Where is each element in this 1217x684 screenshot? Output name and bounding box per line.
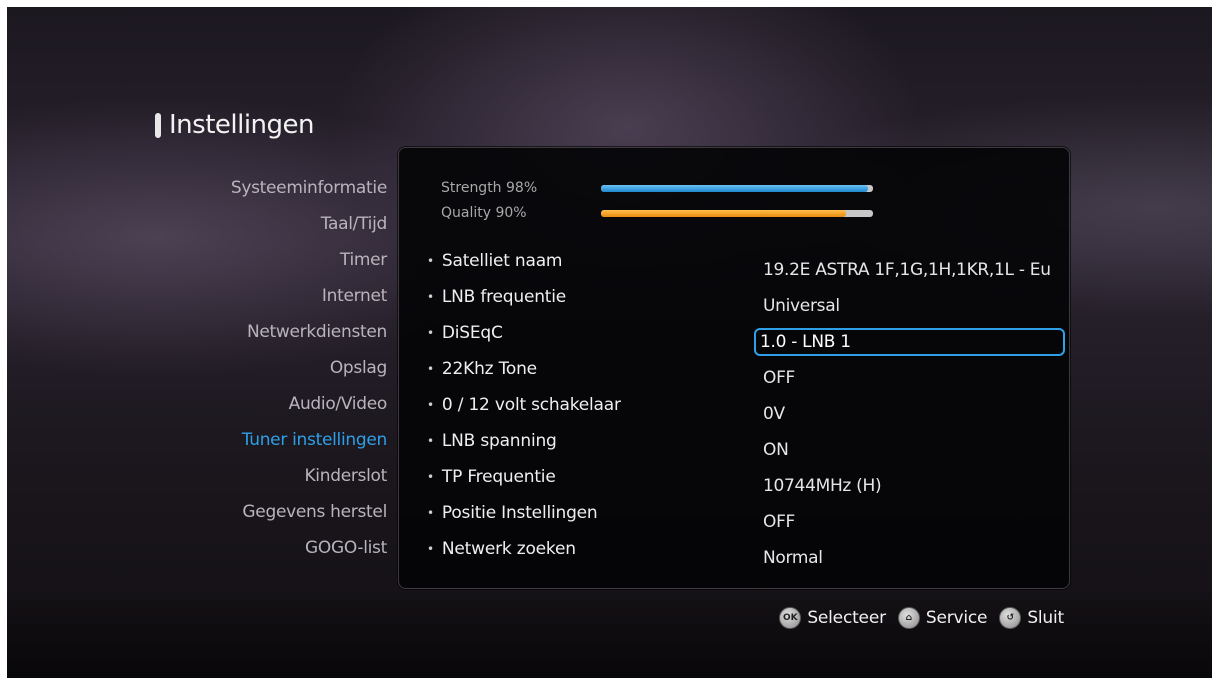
menu-item-tuner-instellingen[interactable]: Tuner instellingen [157, 422, 388, 458]
settings-menu: Systeeminformatie Taal/Tijd Timer Intern… [157, 170, 387, 566]
setting-row-positie-instellingen[interactable]: • Positie Instellingen OFF [427, 498, 1067, 534]
back-button-icon: ↺ [999, 607, 1022, 629]
setting-value[interactable]: ON [757, 436, 1063, 464]
bullet-icon: • [427, 254, 434, 268]
setting-value[interactable]: OFF [757, 364, 1063, 392]
setting-label-text: 22Khz Tone [441, 359, 537, 379]
bullet-icon: • [427, 326, 434, 340]
settings-list: • Satelliet naam 19.2E ASTRA 1F,1G,1H,1KR… [427, 246, 1067, 570]
menu-item-gegevens-herstel[interactable]: Gegevens herstel [157, 494, 387, 530]
setting-label: • Netwerk zoeken [427, 539, 576, 559]
menu-item-internet[interactable]: Internet [157, 278, 387, 314]
button-hints: OK Selecteer ⌂ Service ↺ Sluit [767, 607, 1064, 629]
bullet-icon: • [427, 398, 434, 412]
signal-quality-row: Quality 90% [441, 205, 873, 221]
setting-value[interactable]: 10744MHz (H) [757, 472, 1063, 500]
signal-strength-meter [601, 184, 873, 192]
title-marker [155, 112, 161, 138]
setting-label: • DiSEqC [427, 323, 503, 343]
setting-label: • LNB frequentie [427, 287, 566, 307]
settings-screen: Instellingen Systeeminformatie Taal/Tijd… [7, 7, 1212, 678]
ok-button-icon: OK [779, 607, 802, 629]
setting-value[interactable]: Normal [757, 544, 1063, 572]
hint-selecteer[interactable]: OK Selecteer [779, 607, 886, 629]
setting-label: • 22Khz Tone [427, 359, 537, 379]
setting-label: • LNB spanning [427, 431, 557, 451]
setting-label-text: DiSEqC [441, 323, 503, 343]
setting-label-text: LNB spanning [441, 431, 557, 451]
menu-item-netwerkdiensten[interactable]: Netwerkdiensten [157, 314, 387, 350]
menu-item-opslag[interactable]: Opslag [157, 350, 387, 386]
menu-item-timer[interactable]: Timer [157, 242, 387, 278]
setting-label-text: Positie Instellingen [441, 503, 598, 523]
home-button-icon: ⌂ [897, 607, 920, 629]
bullet-icon: • [427, 506, 434, 520]
hint-sluit[interactable]: ↺ Sluit [999, 607, 1064, 629]
setting-row-diseqc[interactable]: • DiSEqC 1.0 - LNB 1 [427, 318, 1067, 356]
setting-label-text: LNB frequentie [441, 287, 567, 307]
signal-strength-label: Strength 98% [441, 180, 538, 196]
signal-strength-fill [601, 184, 868, 192]
menu-item-kinderslot[interactable]: Kinderslot [157, 458, 387, 494]
setting-label-text: TP Frequentie [441, 467, 556, 487]
menu-item-systeeminformatie[interactable]: Systeeminformatie [157, 170, 387, 206]
signal-quality-label: Quality 90% [441, 205, 527, 221]
bullet-icon: • [427, 470, 434, 484]
hint-service-label: Service [925, 608, 988, 628]
page-title: Instellingen [155, 110, 315, 140]
setting-label: • TP Frequentie [427, 467, 556, 487]
signal-strength-row: Strength 98% [441, 180, 873, 196]
menu-item-audio-video[interactable]: Audio/Video [157, 386, 388, 422]
setting-value[interactable]: 19.2E ASTRA 1F,1G,1H,1KR,1L - Eu [757, 256, 1063, 284]
menu-item-gogo-list[interactable]: GOGO-list [157, 530, 387, 566]
setting-row-lnb-spanning[interactable]: • LNB spanning ON [427, 426, 1067, 462]
setting-value-focused[interactable]: 1.0 - LNB 1 [754, 328, 1065, 356]
hint-service[interactable]: ⌂ Service [897, 607, 988, 629]
bullet-icon: • [427, 434, 434, 448]
hint-sluit-label: Sluit [1027, 608, 1064, 628]
tuner-settings-panel: Strength 98% Quality 90% • Satelliet naam… [398, 147, 1070, 589]
setting-label-text: 0 / 12 volt schakelaar [441, 395, 621, 415]
bullet-icon: • [427, 542, 434, 556]
page-title-text: Instellingen [169, 110, 315, 140]
setting-row-tp-frequentie[interactable]: • TP Frequentie 10744MHz (H) [427, 462, 1067, 498]
setting-row-netwerk-zoeken[interactable]: • Netwerk zoeken Normal [427, 534, 1067, 570]
signal-quality-meter [601, 209, 873, 217]
setting-row-22khz-tone[interactable]: • 22Khz Tone OFF [427, 354, 1067, 390]
setting-label: • Positie Instellingen [427, 503, 598, 523]
setting-label-text: Satelliet naam [441, 251, 563, 271]
setting-row-satelliet-naam[interactable]: • Satelliet naam 19.2E ASTRA 1F,1G,1H,1KR… [427, 246, 1067, 282]
setting-value[interactable]: Universal [757, 292, 1063, 320]
setting-row-lnb-frequentie[interactable]: • LNB frequentie Universal [427, 282, 1067, 318]
menu-item-taal-tijd[interactable]: Taal/Tijd [157, 206, 388, 242]
setting-label: • 0 / 12 volt schakelaar [427, 395, 621, 415]
signal-quality-fill [601, 209, 846, 217]
setting-row-volt-schakelaar[interactable]: • 0 / 12 volt schakelaar 0V [427, 390, 1067, 426]
setting-value[interactable]: OFF [757, 508, 1063, 536]
setting-label-text: Netwerk zoeken [441, 539, 576, 559]
setting-value[interactable]: 0V [757, 400, 1063, 428]
bullet-icon: • [427, 362, 434, 376]
bullet-icon: • [427, 290, 434, 304]
hint-selecteer-label: Selecteer [807, 608, 886, 628]
setting-label: • Satelliet naam [427, 251, 562, 271]
